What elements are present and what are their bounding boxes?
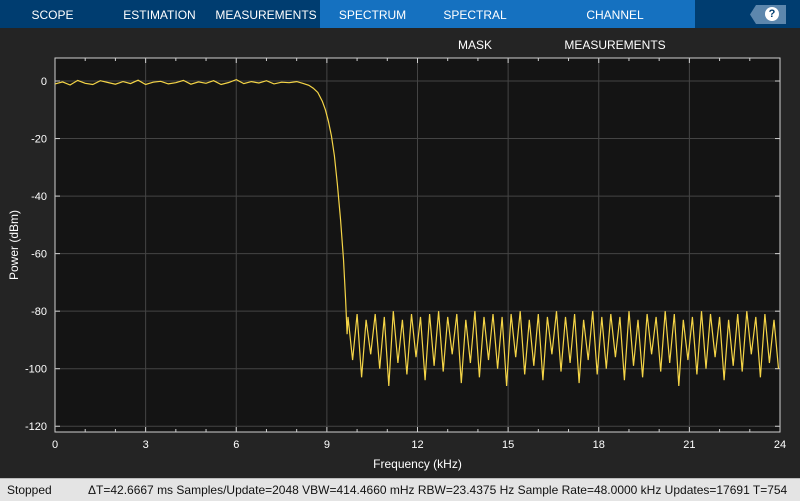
y-tick-label: -80 <box>31 306 47 318</box>
tab-spectrum[interactable]: SPECTRUM <box>325 0 420 28</box>
help-icon: ? <box>765 7 779 21</box>
x-tick-label: 12 <box>411 439 423 451</box>
status-info: ΔT=42.6667 ms Samples/Update=2048 VBW=41… <box>88 483 788 497</box>
x-tick-label: 9 <box>324 439 330 451</box>
x-axis-label: Frequency (kHz) <box>373 457 462 471</box>
help-button[interactable]: ? <box>750 5 786 24</box>
y-tick-label: 0 <box>41 76 47 88</box>
x-tick-label: 0 <box>52 439 58 451</box>
x-tick-label: 15 <box>502 439 514 451</box>
x-tick-label: 3 <box>143 439 149 451</box>
y-tick-label: -20 <box>31 134 47 146</box>
spectrum-plot: 0 3 6 9 12 15 18 21 24 0 -20 -40 -60 -80 -100 -120 Freq… <box>7 57 786 471</box>
tab-estimation[interactable]: ESTIMATION <box>112 0 207 28</box>
tab-spectral-mask[interactable]: SPECTRAL MASK <box>425 0 525 52</box>
toolbar: SCOPE ESTIMATION MEASUREMENTS SPECTRUM S… <box>0 0 800 52</box>
y-tick-label: -100 <box>25 364 47 376</box>
y-tick-label: -40 <box>31 191 47 203</box>
x-tick-label: 18 <box>593 439 605 451</box>
y-tick-label: -120 <box>25 421 47 433</box>
y-axis-label: Power (dBm) <box>7 210 21 280</box>
status-state: Stopped <box>7 483 52 497</box>
status-bar: Stopped ΔT=42.6667 ms Samples/Update=204… <box>0 478 800 501</box>
x-tick-label: 6 <box>233 439 239 451</box>
tab-channel-measurements[interactable]: CHANNEL MEASUREMENTS <box>535 0 695 52</box>
tab-measurements[interactable]: MEASUREMENTS <box>215 0 317 28</box>
x-tick-label: 21 <box>683 439 695 451</box>
tab-scope[interactable]: SCOPE <box>5 0 100 28</box>
y-tick-label: -60 <box>31 249 47 261</box>
x-tick-label: 24 <box>774 439 786 451</box>
